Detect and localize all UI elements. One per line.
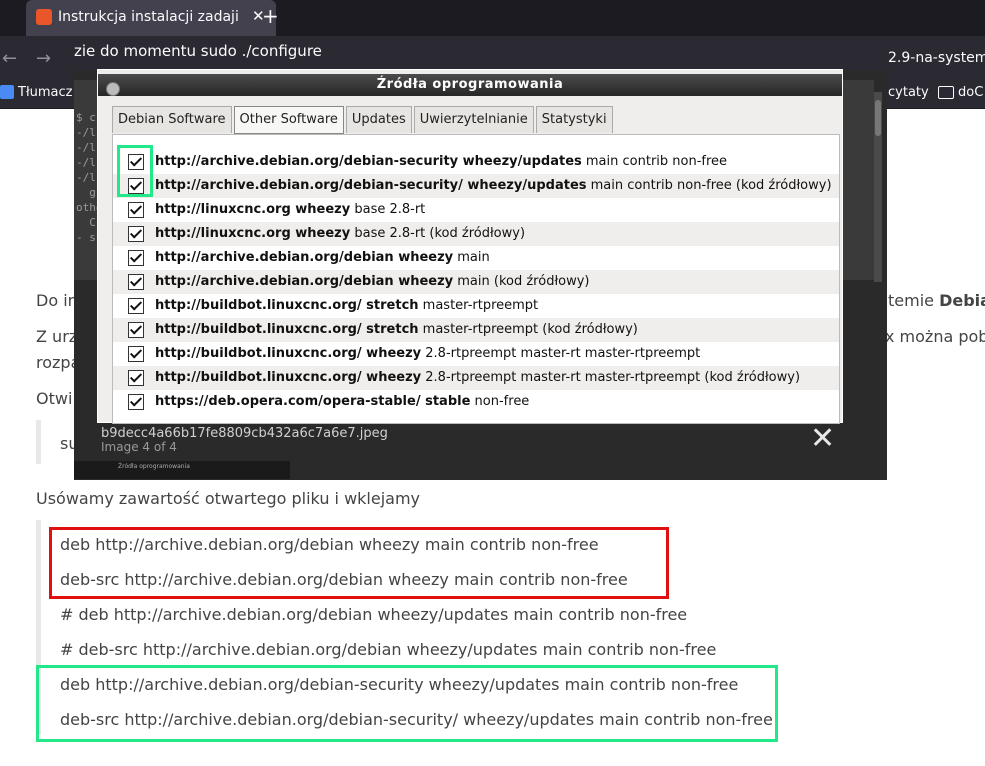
tab-other-software[interactable]: Other Software bbox=[233, 106, 344, 134]
address-bar-text-tail[interactable]: 2.9-na-system bbox=[888, 50, 985, 66]
checkbox[interactable] bbox=[128, 370, 144, 386]
address-bar-text[interactable]: zie do momentu sudo ./configure bbox=[74, 42, 322, 60]
list-item[interactable]: http://archive.debian.org/debian-securit… bbox=[113, 150, 839, 174]
list-item[interactable]: http://linuxcnc.org wheezy base 2.8-rt (… bbox=[113, 222, 839, 246]
repo-text: http://buildbot.linuxcnc.org/ wheezy 2.8… bbox=[155, 346, 700, 361]
repo-text: http://buildbot.linuxcnc.org/ stretch ma… bbox=[155, 322, 638, 337]
thumbnail-caption: Źródła oprogramowania bbox=[118, 463, 190, 470]
repo-components: main bbox=[453, 250, 490, 265]
repo-components: main contrib non-free bbox=[581, 154, 728, 169]
checkbox[interactable] bbox=[128, 298, 144, 314]
checkbox[interactable] bbox=[128, 250, 144, 266]
repo-url: http://buildbot.linuxcnc.org/ wheezy bbox=[155, 370, 422, 385]
checkbox[interactable] bbox=[128, 274, 144, 290]
tab-statistics[interactable]: Statystyki bbox=[535, 106, 613, 133]
page-text-z-right: x można pob bbox=[885, 327, 985, 346]
new-tab-button[interactable]: + bbox=[262, 4, 279, 28]
repo-text: http://buildbot.linuxcnc.org/ wheezy 2.8… bbox=[155, 370, 800, 385]
list-item[interactable]: https://deb.opera.com/opera-stable/ stab… bbox=[113, 390, 839, 414]
repo-url: http://archive.debian.org/debian wheezy bbox=[155, 250, 454, 265]
forward-arrow-icon[interactable]: → bbox=[36, 48, 51, 69]
checkbox[interactable] bbox=[128, 346, 144, 362]
checkbox[interactable] bbox=[128, 322, 144, 338]
list-item[interactable]: http://archive.debian.org/debian wheezy … bbox=[113, 270, 839, 294]
translate-icon bbox=[0, 85, 14, 99]
repo-text: http://archive.debian.org/debian wheezy … bbox=[155, 250, 490, 265]
list-item[interactable]: http://buildbot.linuxcnc.org/ wheezy 2.8… bbox=[113, 342, 839, 366]
repo-text: http://archive.debian.org/debian wheezy … bbox=[155, 274, 590, 289]
software-sources-dialog: Źródła oprogramowania Debian Software Ot… bbox=[98, 70, 842, 424]
dialog-tabs: Debian Software Other Software Updates U… bbox=[112, 106, 615, 134]
image-counter: Image 4 of 4 bbox=[101, 440, 177, 454]
page-text-usuwamy: Usówamy zawartość otwartego pliku i wkle… bbox=[36, 489, 421, 508]
checkbox[interactable] bbox=[128, 202, 144, 218]
repo-url: http://linuxcnc.org wheezy bbox=[155, 226, 351, 241]
repo-text: http://buildbot.linuxcnc.org/ stretch ma… bbox=[155, 298, 538, 313]
checkbox[interactable] bbox=[128, 394, 144, 410]
list-item[interactable]: http://buildbot.linuxcnc.org/ stretch ma… bbox=[113, 318, 839, 342]
page-text-z: Z urz bbox=[36, 327, 78, 346]
list-item[interactable]: http://linuxcnc.org wheezy base 2.8-rt bbox=[113, 198, 839, 222]
site-favicon-icon bbox=[36, 9, 52, 25]
repo-components: master-rtpreempt (kod źródłowy) bbox=[418, 322, 638, 337]
page-text-do-right-plain: temie bbox=[888, 291, 934, 310]
page-text-otwi: Otwi bbox=[36, 389, 73, 408]
repo-components: base 2.8-rt bbox=[350, 202, 426, 217]
repo-url: http://buildbot.linuxcnc.org/ wheezy bbox=[155, 346, 422, 361]
tab-authentication[interactable]: Uwierzytelnianie bbox=[413, 106, 534, 133]
tab-title: Instrukcja instalacji zadaji bbox=[58, 9, 238, 25]
code-line: # deb-src http://archive.debian.org/debi… bbox=[60, 640, 717, 659]
repository-list: http://archive.debian.org/debian-securit… bbox=[112, 134, 840, 424]
highlight-box-green-checkboxes bbox=[117, 145, 153, 197]
bookmark-translate[interactable]: Tłumacz bbox=[18, 85, 72, 100]
list-item[interactable]: http://buildbot.linuxcnc.org/ stretch ma… bbox=[113, 294, 839, 318]
repo-components: master-rtpreempt bbox=[418, 298, 539, 313]
folder-icon bbox=[938, 86, 954, 99]
repo-text: http://linuxcnc.org wheezy base 2.8-rt (… bbox=[155, 226, 525, 241]
repo-url: http://archive.debian.org/debian wheezy bbox=[155, 274, 454, 289]
repo-components: main contrib non-free (kod źródłowy) bbox=[586, 178, 832, 193]
repo-components: main (kod źródłowy) bbox=[453, 274, 590, 289]
highlight-box-green bbox=[36, 665, 778, 742]
repo-components: base 2.8-rt (kod źródłowy) bbox=[350, 226, 526, 241]
repo-text: http://archive.debian.org/debian-securit… bbox=[155, 154, 727, 169]
close-icon[interactable]: ✕ bbox=[810, 424, 835, 454]
repo-url: https://deb.opera.com/opera-stable/ stab… bbox=[155, 394, 471, 409]
bookmark-cytaty[interactable]: cytaty bbox=[888, 85, 929, 100]
code-line: # deb http://archive.debian.org/debian w… bbox=[60, 605, 688, 624]
list-item[interactable]: http://archive.debian.org/debian wheezy … bbox=[113, 246, 839, 270]
quote-bar bbox=[36, 420, 41, 464]
page-text-do-right: temie Debia bbox=[888, 291, 985, 310]
repo-url: http://archive.debian.org/debian-securit… bbox=[155, 154, 582, 169]
page-text-debian: Debia bbox=[939, 291, 985, 310]
repo-components: non-free bbox=[470, 394, 530, 409]
tab-debian-software[interactable]: Debian Software bbox=[112, 106, 232, 133]
tab-updates[interactable]: Updates bbox=[345, 106, 412, 133]
list-item[interactable]: http://buildbot.linuxcnc.org/ wheezy 2.8… bbox=[113, 366, 839, 390]
repo-components: 2.8-rtpreempt master-rt master-rtpreempt… bbox=[421, 370, 801, 385]
repo-url: http://linuxcnc.org wheezy bbox=[155, 202, 351, 217]
image-filename: b9decc4a66b17fe8809cb432a6c7a6e7.jpeg bbox=[101, 426, 388, 441]
browser-tab[interactable]: Instrukcja instalacji zadaji ✕ bbox=[26, 0, 276, 36]
bookmark-folder-doc[interactable]: doC bbox=[958, 85, 983, 100]
list-item[interactable]: http://archive.debian.org/debian-securit… bbox=[113, 174, 839, 198]
repo-url: http://archive.debian.org/debian-securit… bbox=[155, 178, 587, 193]
scrollbar-thumb[interactable] bbox=[875, 100, 881, 136]
page-text-do: Do in bbox=[36, 291, 78, 310]
repo-text: http://linuxcnc.org wheezy base 2.8-rt bbox=[155, 202, 425, 217]
repo-text: http://archive.debian.org/debian-securit… bbox=[155, 178, 832, 193]
repo-url: http://buildbot.linuxcnc.org/ stretch bbox=[155, 322, 419, 337]
back-arrow-icon[interactable]: ← bbox=[2, 48, 17, 69]
repo-text: https://deb.opera.com/opera-stable/ stab… bbox=[155, 394, 529, 409]
checkbox[interactable] bbox=[128, 226, 144, 242]
dialog-title: Źródła oprogramowania bbox=[376, 77, 564, 92]
highlight-box-red bbox=[49, 527, 669, 599]
repo-url: http://buildbot.linuxcnc.org/ stretch bbox=[155, 298, 419, 313]
repo-components: 2.8-rtpreempt master-rt master-rtpreempt bbox=[421, 346, 701, 361]
